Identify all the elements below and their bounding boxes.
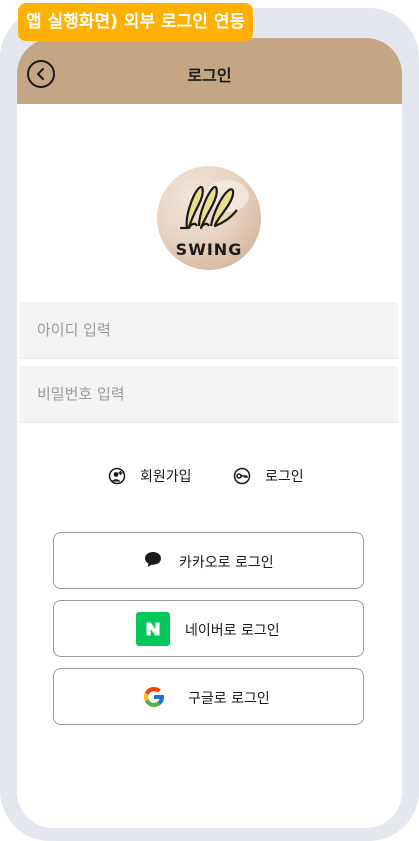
- caption-badge: 앱 실행화면) 외부 로그인 연동: [18, 3, 254, 41]
- kakao-login-label: 카카오로 로그인: [179, 555, 274, 571]
- key-icon: [233, 467, 251, 485]
- kakao-login-button[interactable]: 카카오로 로그인: [53, 532, 364, 589]
- app-logo: SWING: [157, 166, 261, 270]
- naver-n-icon: [136, 612, 170, 646]
- naver-login-button[interactable]: 네이버로 로그인: [53, 600, 364, 657]
- user-add-icon: [108, 467, 126, 485]
- app-screen: 로그인 SWING 회원가입: [17, 38, 402, 828]
- login-link[interactable]: 로그인: [233, 466, 304, 486]
- google-login-button[interactable]: 구글로 로그인: [53, 668, 364, 725]
- phone-frame: 로그인 SWING 회원가입: [0, 8, 419, 841]
- login-label: 로그인: [265, 469, 304, 485]
- signup-link[interactable]: 회원가입: [108, 466, 192, 486]
- password-input[interactable]: [20, 366, 398, 422]
- header-bar: 로그인: [17, 38, 402, 104]
- logo-text: SWING: [175, 240, 243, 259]
- signup-label: 회원가입: [140, 469, 192, 485]
- naver-login-label: 네이버로 로그인: [185, 623, 280, 639]
- page-title: 로그인: [187, 66, 232, 85]
- chat-bubble-icon: [144, 551, 162, 568]
- id-input[interactable]: [20, 302, 398, 358]
- google-g-icon: [142, 685, 166, 709]
- google-login-label: 구글로 로그인: [188, 691, 270, 707]
